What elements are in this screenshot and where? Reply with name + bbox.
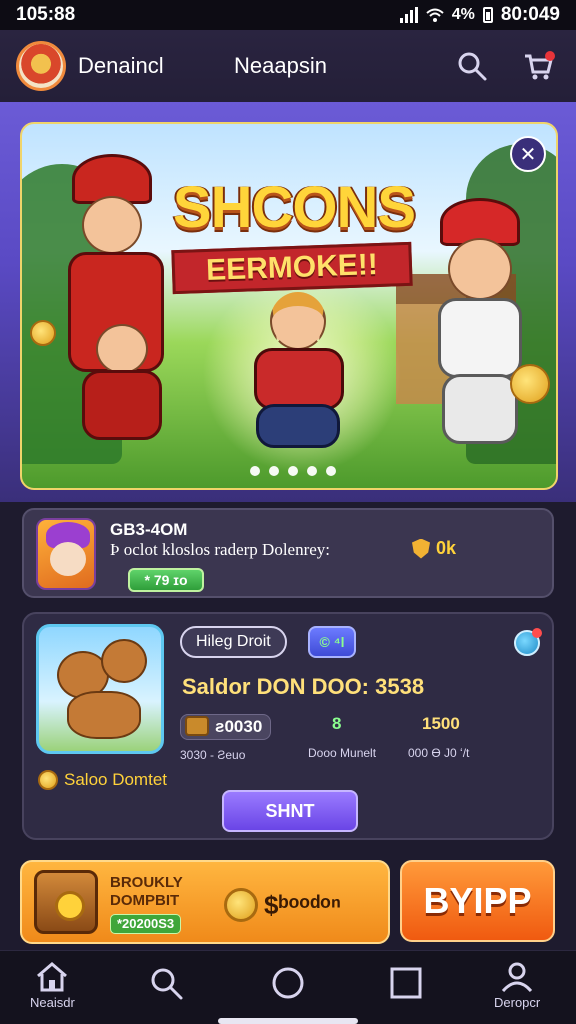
featured-card: Hileg Droit © ⁴l Saldor DON DOO: 3538 ƨ0… bbox=[22, 612, 554, 840]
promo-banner[interactable]: BROUKLY DOMPBIT *20200S3 $ᵇᵒᵒᵈᵒⁿ bbox=[20, 860, 390, 944]
battery-icon bbox=[482, 7, 493, 23]
stat-value: 8 bbox=[332, 714, 342, 733]
stat-item: 8 Dooo Munelt bbox=[308, 714, 376, 760]
nav-item-square[interactable] bbox=[388, 965, 424, 1001]
status-bar: 105:88 4% 80:049 bbox=[0, 0, 576, 30]
carousel-dot[interactable] bbox=[288, 466, 298, 476]
offer-tag: * 79 ɪo bbox=[128, 568, 204, 592]
carousel-dot[interactable] bbox=[326, 466, 336, 476]
carousel-dot[interactable] bbox=[307, 466, 317, 476]
offer-thumbnail bbox=[36, 518, 96, 590]
offer-reward-value: 0k bbox=[436, 538, 457, 558]
featured-art bbox=[36, 624, 164, 754]
hero-subtitle: EERMOKE!! bbox=[171, 241, 413, 295]
app-logo[interactable] bbox=[16, 41, 66, 91]
promo-badge: *20200S3 bbox=[110, 914, 182, 934]
nav-label: Deropcr bbox=[494, 995, 541, 1010]
coin-decoration bbox=[30, 320, 56, 346]
nav-item-home[interactable]: Neaisdr bbox=[30, 961, 75, 1010]
start-button[interactable]: SHNT bbox=[222, 790, 358, 832]
stat-label: 000 Ɵ J0 ʻ/t bbox=[408, 746, 470, 760]
close-icon[interactable]: ✕ bbox=[510, 136, 546, 172]
home-icon bbox=[37, 962, 68, 992]
offer-row-card[interactable]: GB3-4OM Þ oclot kloslos raderp Dolenrey:… bbox=[22, 508, 554, 598]
badge-pill[interactable]: © ⁴l bbox=[308, 626, 356, 658]
offer-reward: 0k bbox=[412, 538, 456, 559]
stat-label: 3030 - Ƨeuo bbox=[180, 748, 246, 762]
stat-value: 1500 bbox=[422, 714, 460, 733]
circle-icon bbox=[272, 967, 304, 999]
chest-icon bbox=[185, 716, 209, 736]
hero-title: SHCONS bbox=[172, 175, 416, 240]
cart-icon[interactable] bbox=[522, 50, 556, 82]
nav-item-profile[interactable]: Deropcr bbox=[494, 961, 540, 1010]
promo-price: $ᵇᵒᵒᵈᵒⁿ bbox=[224, 888, 341, 922]
status-clock: 80:049 bbox=[500, 4, 560, 25]
signal-icon bbox=[399, 7, 418, 23]
buy-button[interactable]: BYIPP bbox=[400, 860, 555, 942]
search-icon[interactable] bbox=[456, 50, 488, 82]
carousel-dot[interactable] bbox=[250, 466, 260, 476]
status-indicators: 4% 80:049 bbox=[399, 4, 560, 26]
home-indicator bbox=[218, 1018, 358, 1024]
stat-item: ƨ0030 3030 - Ƨeuo bbox=[180, 714, 272, 762]
carousel-dots[interactable] bbox=[250, 466, 336, 476]
category-pill[interactable]: Hileg Droit bbox=[180, 626, 287, 658]
status-time-left: 105:88 bbox=[16, 4, 76, 25]
header-title: Neaapsin bbox=[234, 53, 327, 78]
promo-line2: DOMPBIT bbox=[110, 892, 180, 909]
offer-description: Þ oclot kloslos raderp Dolenrey: bbox=[110, 540, 331, 559]
featured-headline: Saldor DON DOO: 3538 bbox=[182, 674, 425, 699]
search-icon bbox=[151, 968, 183, 1000]
coin-label-text: Saloo Domtet bbox=[64, 770, 167, 789]
offer-code: GB3-4OM bbox=[110, 520, 188, 539]
coin-decoration bbox=[510, 364, 550, 404]
stat-item: 1500 000 Ɵ J0 ʻ/t bbox=[408, 714, 469, 760]
stat-value: ƨ0030 bbox=[215, 717, 263, 736]
nav-item-search[interactable] bbox=[148, 965, 184, 1001]
carousel-dot[interactable] bbox=[269, 466, 279, 476]
square-icon bbox=[390, 967, 422, 999]
nav-label: Neaisdr bbox=[30, 995, 75, 1010]
wifi-icon bbox=[426, 8, 444, 22]
shield-icon bbox=[412, 538, 430, 559]
battery-percent: 4% bbox=[451, 6, 475, 23]
coin-icon bbox=[38, 770, 58, 790]
stat-label: Dooo Munelt bbox=[308, 746, 377, 760]
coin-icon bbox=[224, 888, 258, 922]
brand-name: Denaincl bbox=[78, 53, 164, 78]
notification-icon[interactable] bbox=[514, 628, 542, 656]
bottom-nav: Neaisdr Deropcr bbox=[0, 950, 576, 1024]
chest-icon bbox=[34, 870, 98, 934]
profile-icon bbox=[501, 962, 533, 993]
coin-label: Saloo Domtet bbox=[38, 770, 167, 790]
promo-line1: BROUKLY bbox=[110, 874, 183, 891]
character-center bbox=[234, 292, 364, 472]
promo-price-text: $ᵇᵒᵒᵈᵒⁿ bbox=[264, 889, 342, 920]
nav-item-circle[interactable] bbox=[270, 965, 306, 1001]
hero-banner[interactable]: SHCONS EERMOKE!! ✕ bbox=[20, 122, 558, 490]
app-header: Denaincl Neaapsin bbox=[0, 30, 576, 102]
